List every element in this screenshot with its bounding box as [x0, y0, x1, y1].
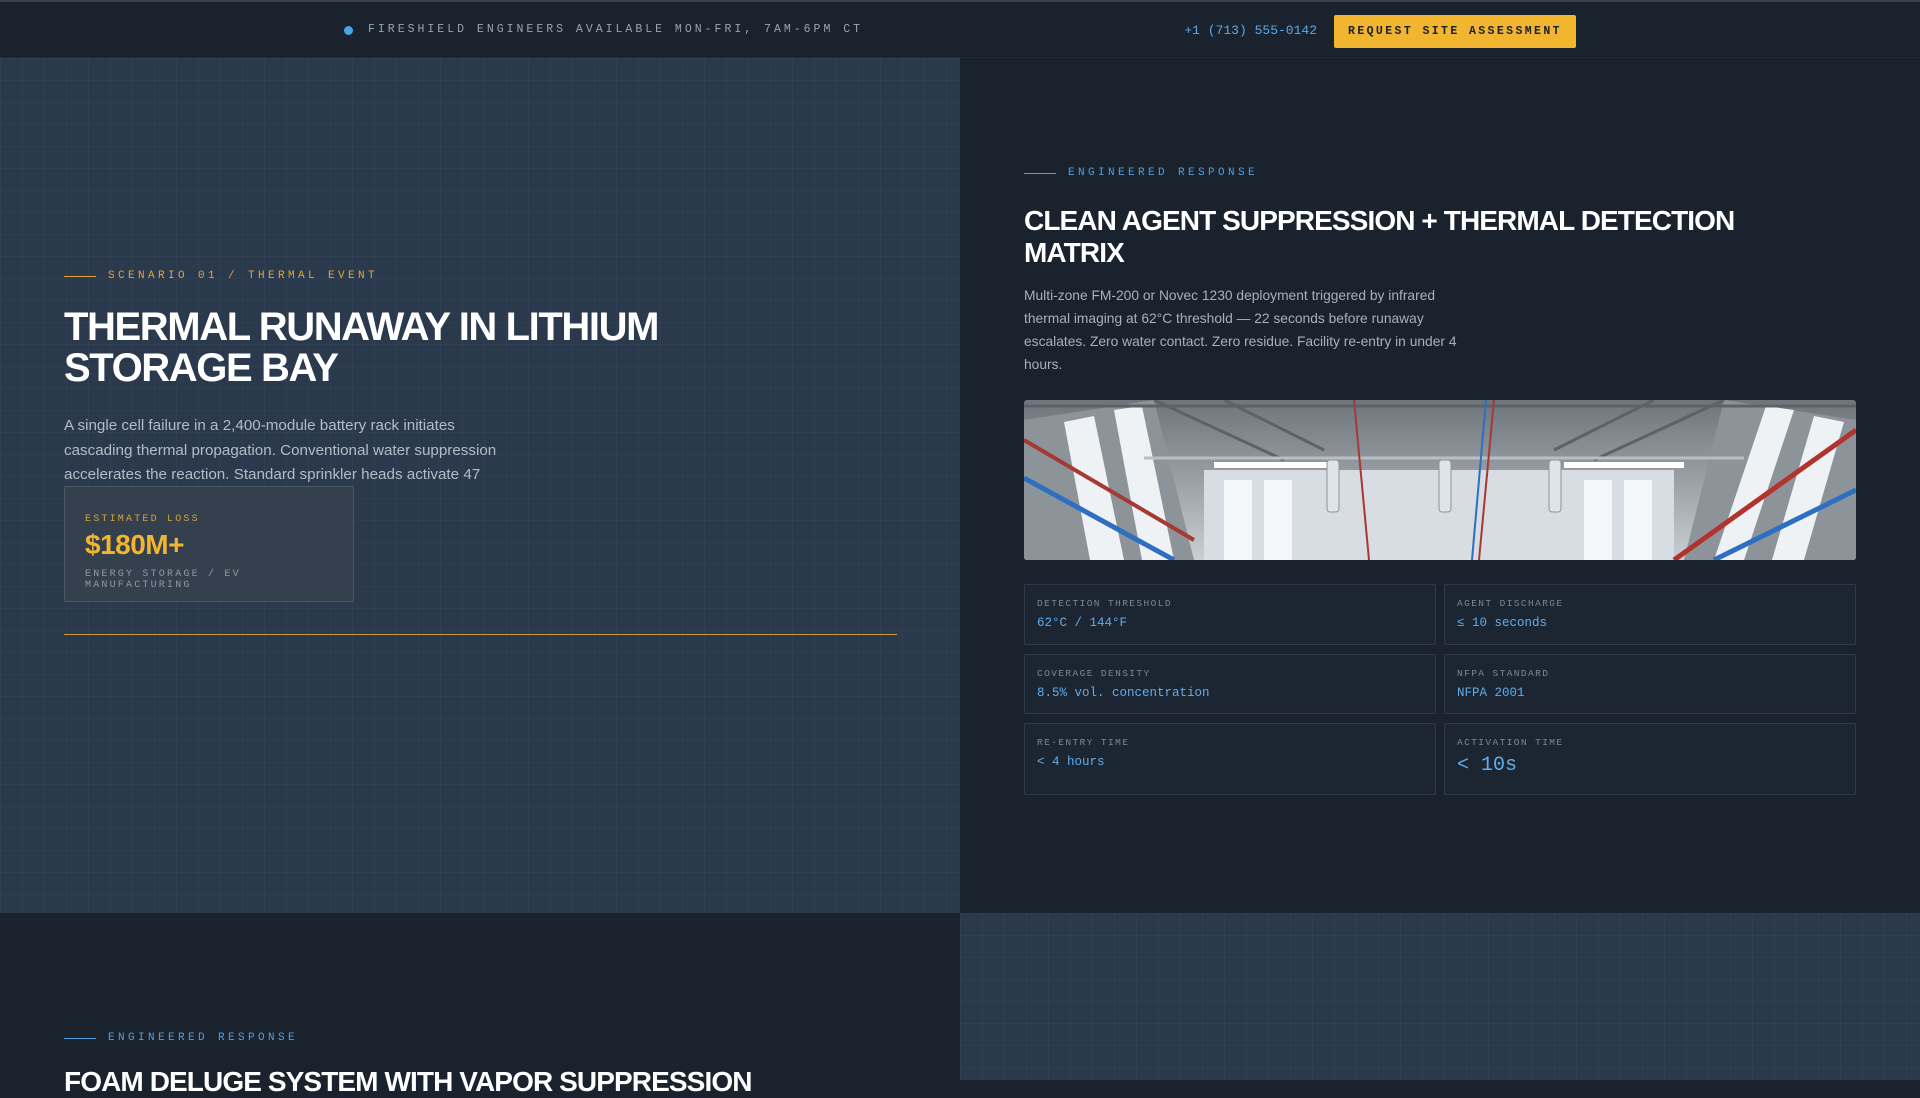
spec-agent-discharge: AGENT DISCHARGE ≤ 10 seconds: [1444, 584, 1856, 645]
spec-value: 8.5% vol. concentration: [1037, 686, 1210, 700]
spec-value: < 10s: [1457, 754, 1518, 777]
response-description: Multi-zone FM-200 or Novec 1230 deployme…: [1024, 284, 1457, 376]
spec-nfpa-standard: NFPA STANDARD NFPA 2001: [1444, 654, 1856, 714]
spec-value: NFPA 2001: [1457, 686, 1525, 700]
spec-value: < 4 hours: [1037, 755, 1105, 769]
description-line: A single cell failure in a 2,400-module …: [64, 417, 455, 434]
eyebrow-rule: [64, 1037, 96, 1039]
estimated-loss-value: $180M+: [85, 529, 184, 560]
description-line: thermal imaging at 62°C threshold — 22 s…: [1024, 311, 1424, 326]
scenario-eyebrow: SCENARIO 01 / THERMAL EVENT: [64, 270, 378, 282]
next-response-panel: [0, 913, 960, 1080]
description-line: cascading thermal propagation. Conventio…: [64, 441, 497, 459]
spec-coverage-density: COVERAGE DENSITY 8.5% vol. concentration: [1024, 654, 1436, 714]
next-response-eyebrow: ENGINEERED RESPONSE: [64, 1032, 298, 1044]
response-title: CLEAN AGENT SUPPRESSION + THERMAL DETECT…: [1024, 205, 1735, 269]
spec-label: AGENT DISCHARGE: [1457, 598, 1564, 609]
next-scenario-panel: [960, 913, 1920, 1080]
estimated-loss-label: ESTIMATED LOSS: [85, 514, 200, 525]
description-line: accelerates the reaction. Standard sprin…: [64, 466, 481, 483]
description-line: escalates. Zero water contact. Zero resi…: [1024, 334, 1457, 349]
eyebrow-rule: [1024, 172, 1056, 174]
description-line: hours.: [1024, 357, 1063, 372]
scenario-title-line: STORAGE BAY: [64, 346, 339, 390]
request-site-assessment-button[interactable]: REQUEST SITE ASSESSMENT: [1334, 15, 1576, 48]
status-dot-icon: [344, 26, 353, 35]
estimated-loss-sector: ENERGY STORAGE / EV MANUFACTURING: [85, 569, 241, 591]
response-title-line: CLEAN AGENT SUPPRESSION + THERMAL DETECT…: [1024, 205, 1735, 236]
availability-status: FIRESHIELD ENGINEERS AVAILABLE MON-FRI, …: [368, 23, 864, 36]
next-response-eyebrow-label: ENGINEERED RESPONSE: [108, 1032, 299, 1044]
section-divider: [64, 634, 897, 635]
description-line: Multi-zone FM-200 or Novec 1230 deployme…: [1024, 288, 1436, 303]
spec-value: 62°C / 144°F: [1037, 616, 1128, 630]
spec-activation-time: ACTIVATION TIME < 10s: [1444, 723, 1856, 795]
spec-detection-threshold: DETECTION THRESHOLD 62°C / 144°F: [1024, 584, 1436, 645]
spec-label: NFPA STANDARD: [1457, 668, 1550, 679]
spec-label: RE-ENTRY TIME: [1037, 737, 1130, 748]
facility-ceiling-image: [1024, 400, 1856, 560]
spec-label: ACTIVATION TIME: [1457, 737, 1564, 748]
next-response-title: FOAM DELUGE SYSTEM WITH VAPOR SUPPRESSIO…: [64, 1066, 752, 1097]
eyebrow-rule: [64, 275, 96, 277]
response-title-line: MATRIX: [1024, 237, 1125, 268]
scenario-title-line: THERMAL RUNAWAY IN LITHIUM: [64, 305, 659, 349]
spec-label: COVERAGE DENSITY: [1037, 668, 1151, 679]
top-bar: FIRESHIELD ENGINEERS AVAILABLE MON-FRI, …: [0, 0, 1920, 58]
phone-link[interactable]: +1 (713) 555-0142: [1184, 23, 1317, 38]
estimated-loss-card: ESTIMATED LOSS $180M+ ENERGY STORAGE / E…: [64, 486, 354, 602]
response-eyebrow-label: ENGINEERED RESPONSE: [1068, 167, 1259, 179]
scenario-eyebrow-label: SCENARIO 01 / THERMAL EVENT: [108, 270, 379, 282]
scenario-title: THERMAL RUNAWAY IN LITHIUM STORAGE BAY: [64, 305, 659, 390]
spec-value: ≤ 10 seconds: [1457, 616, 1548, 630]
facility-ceiling-illustration: [1024, 400, 1856, 560]
spec-re-entry-time: RE-ENTRY TIME < 4 hours: [1024, 723, 1436, 795]
response-eyebrow: ENGINEERED RESPONSE: [1024, 167, 1258, 179]
spec-label: DETECTION THRESHOLD: [1037, 598, 1172, 609]
